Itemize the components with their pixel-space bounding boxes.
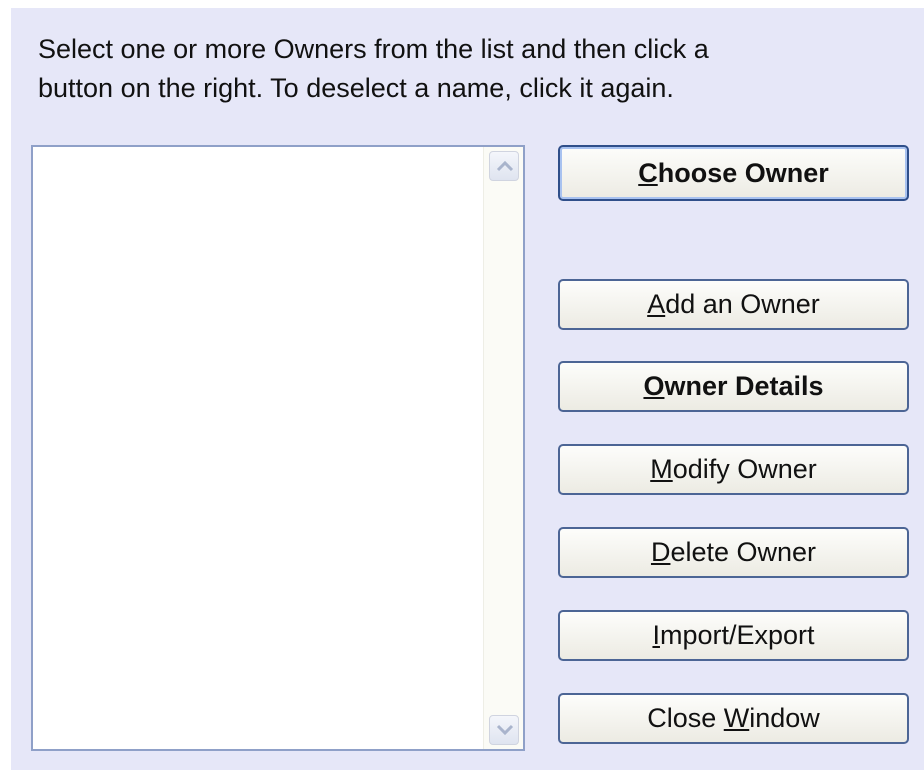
chevron-down-icon: [496, 724, 514, 736]
listbox-scrollbar[interactable]: [483, 147, 523, 749]
close-window-button[interactable]: Close Window: [558, 693, 909, 744]
owner-details-label: wner Details: [664, 371, 824, 401]
close-window-accel: W: [723, 703, 750, 733]
import-export-button[interactable]: Import/Export: [558, 610, 909, 661]
delete-owner-button[interactable]: Delete Owner: [558, 527, 909, 578]
delete-owner-label: elete Owner: [670, 537, 817, 567]
choose-owner-accel: C: [638, 158, 658, 188]
import-export-accel: I: [652, 620, 660, 650]
choose-owner-button[interactable]: Choose Owner: [558, 145, 909, 201]
add-owner-accel: A: [647, 289, 666, 319]
modify-owner-accel: M: [650, 454, 673, 484]
instructions-text: Select one or more Owners from the list …: [38, 34, 709, 103]
delete-owner-accel: D: [650, 537, 671, 567]
modify-owner-label: odify Owner: [672, 454, 817, 484]
add-owner-button[interactable]: Add an Owner: [558, 279, 909, 330]
add-owner-label: dd an Owner: [665, 289, 820, 319]
scroll-down-button[interactable]: [489, 715, 519, 745]
close-window-label: indow: [749, 703, 820, 733]
owners-listbox[interactable]: [31, 145, 525, 751]
scroll-up-button[interactable]: [489, 151, 519, 181]
owner-details-button[interactable]: Owner Details: [558, 361, 909, 412]
owner-details-accel: O: [643, 371, 665, 401]
close-window-label-pre: Close: [647, 703, 724, 733]
import-export-label: mport/Export: [659, 620, 815, 650]
choose-owner-label: hoose Owner: [657, 158, 829, 188]
modify-owner-button[interactable]: Modify Owner: [558, 444, 909, 495]
chevron-up-icon: [496, 160, 514, 172]
